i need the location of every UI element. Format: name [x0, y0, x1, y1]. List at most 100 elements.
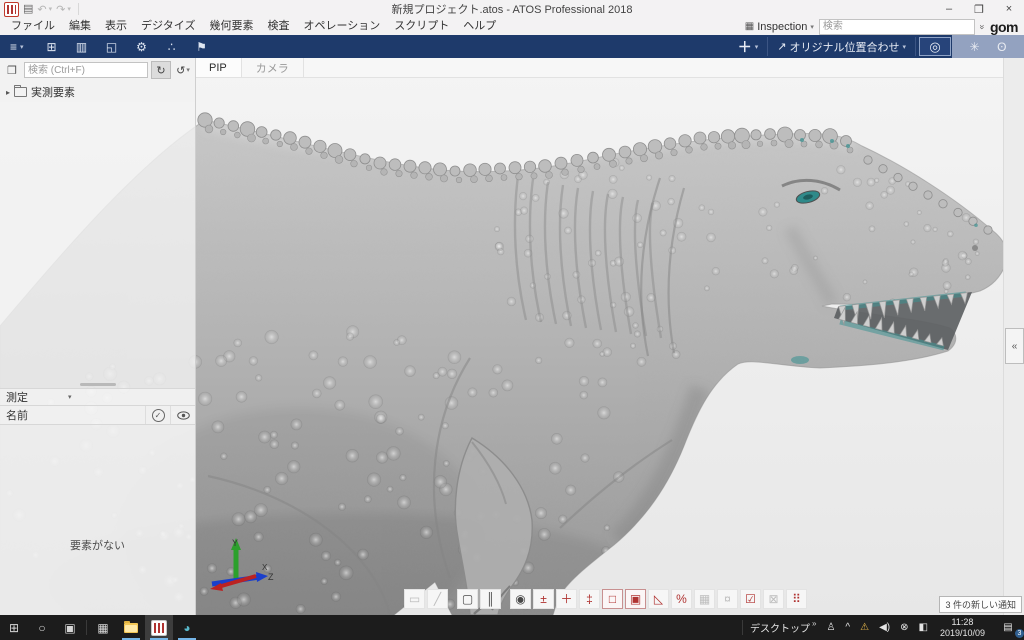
toolbar-icons: ⊞▥◱⚙∴⚑	[37, 35, 217, 58]
time-text: 11:28	[952, 617, 974, 628]
action-center-button[interactable]: ▤ 3	[992, 615, 1024, 640]
menu-item-5[interactable]: 検査	[260, 18, 296, 35]
close-button[interactable]: ×	[994, 0, 1024, 18]
save-icon[interactable]: ▤	[23, 3, 33, 16]
panel-splitter-handle[interactable]	[80, 383, 116, 386]
two-circles-icon[interactable]: %	[671, 589, 692, 609]
paint3d-icon: ◕	[183, 621, 190, 635]
rectangle-l-icon[interactable]: ▣	[625, 589, 646, 609]
folder-icon	[14, 87, 27, 97]
undo-caret-icon[interactable]: ▾	[49, 5, 53, 13]
start-button[interactable]: ⊞	[0, 615, 28, 640]
eye-icon	[177, 411, 190, 420]
divider	[915, 37, 916, 56]
sensor-button[interactable]: ◎	[919, 37, 951, 56]
new-element-icon[interactable]: ⊞	[37, 35, 67, 58]
check-circle-icon: ✓	[152, 409, 165, 422]
menu-item-2[interactable]: 表示	[98, 18, 134, 35]
construct-cross-icon[interactable]: ＋	[556, 589, 577, 609]
select-area-icon[interactable]: ▢	[457, 589, 478, 609]
restore-button[interactable]: ❐	[964, 0, 994, 18]
add-element-button[interactable]: ＋ ▾	[731, 35, 766, 58]
add-point-icon[interactable]: ±	[533, 589, 554, 609]
tag-label-icon[interactable]: ▭	[404, 589, 425, 609]
caliper-icon[interactable]: ║	[480, 589, 501, 609]
sun-icon[interactable]: ✳	[970, 40, 980, 54]
axis-y-label: Y	[232, 538, 238, 548]
lamp-icon[interactable]: ʘ	[997, 40, 1006, 54]
viewport-toolbar: ▭╱ ▢║ ◉±＋‡□▣◺%▦¤☑⊠⠿	[404, 589, 809, 609]
crop-icon[interactable]: ◱	[97, 35, 127, 58]
menu-item-4[interactable]: 幾何要素	[202, 18, 260, 35]
menu-item-7[interactable]: スクリプト	[387, 18, 456, 35]
measure-section-header[interactable]: 測定 ▾	[0, 388, 195, 405]
menu-item-1[interactable]: 編集	[62, 18, 98, 35]
undo-icon[interactable]: ↶	[37, 3, 46, 16]
task-view-button[interactable]: ▣	[56, 615, 84, 640]
notification-popup[interactable]: 3 件の新しい通知	[939, 596, 1022, 613]
name-column-header[interactable]: 名前	[0, 407, 145, 423]
menu-item-8[interactable]: ヘルプ	[456, 18, 503, 35]
fit-element-icon[interactable]: ‡	[579, 589, 600, 609]
delete-box-icon[interactable]: ⊠	[763, 589, 784, 609]
rectangle-select-icon[interactable]: □	[602, 589, 623, 609]
network-warning-icon[interactable]: ⚠	[855, 615, 874, 640]
tree-item-actual-elements[interactable]: ▸ 実測要素	[0, 82, 195, 102]
people-icon[interactable]: ♙	[821, 615, 840, 640]
alignment-dropdown[interactable]: ↗ オリジナル位置合わせ ▾	[770, 35, 913, 58]
refresh-button[interactable]: ↻	[151, 61, 171, 79]
desktop-toolbar[interactable]: デスクトップ »	[745, 615, 821, 640]
explorer-app-button[interactable]	[117, 615, 145, 640]
volume-icon[interactable]: ◀)	[874, 615, 895, 640]
search-expand-icon[interactable]: »	[977, 24, 987, 29]
redo-icon[interactable]: ↷	[56, 3, 65, 16]
tray-circle-icon[interactable]: ⊗	[895, 615, 913, 640]
recalculate-button[interactable]: ↺ ▾	[174, 62, 192, 78]
divider	[742, 620, 743, 635]
copy-elements-icon[interactable]: ❐	[3, 62, 21, 78]
deviation-label-icon[interactable]: ╱	[427, 589, 448, 609]
clock[interactable]: 11:28 2019/10/09	[933, 615, 992, 640]
menu-item-6[interactable]: オペレーション	[296, 18, 387, 35]
fit-view-icon[interactable]: ¤	[717, 589, 738, 609]
calculator-app-button[interactable]: ▦	[89, 615, 117, 640]
ime-indicator-icon[interactable]: ◧	[914, 615, 933, 640]
chevron-icon: »	[812, 619, 816, 628]
menubar: ファイル編集表示デジタイズ幾何要素検査オペレーションスクリプトヘルプ ▦ Ins…	[0, 18, 1024, 35]
expand-arrow-icon[interactable]: ▸	[6, 88, 10, 97]
check-edit-icon[interactable]: ☑	[740, 589, 761, 609]
hamburger-menu-button[interactable]: ≡ ▾	[6, 40, 32, 54]
flag-icon[interactable]: ⚑	[187, 35, 217, 58]
angle-triangle-icon[interactable]: ◺	[648, 589, 669, 609]
taskbar: ⊞ ○ ▣ ▦ ◕ デスクトップ » ♙ ^ ⚠ ◀) ⊗ ◧ 11:28	[0, 615, 1024, 640]
measuring-series-icon[interactable]: ▥	[67, 35, 97, 58]
paint3d-app-button[interactable]: ◕	[173, 615, 201, 640]
explorer-search-input[interactable]	[24, 62, 148, 78]
cortana-button[interactable]: ○	[28, 615, 56, 640]
minimize-button[interactable]: –	[934, 0, 964, 18]
viewport-tabs: PIPカメラ	[195, 58, 1004, 78]
redo-caret-icon[interactable]: ▾	[67, 5, 71, 13]
export-squares-icon[interactable]: ⠿	[786, 589, 807, 609]
check-column-header[interactable]: ✓	[145, 406, 170, 424]
grid-icon[interactable]: ▦	[694, 589, 715, 609]
application-window: 新規プロジェクト.atos - ATOS Professional 2018 ▤…	[0, 0, 1024, 640]
workflow-selector[interactable]: ▦ Inspection ▾	[745, 21, 814, 33]
point-cloud-icon[interactable]: ∴	[157, 35, 187, 58]
tree-empty-space	[0, 102, 195, 381]
show-hidden-icons[interactable]: ^	[840, 615, 855, 640]
hamburger-icon: ≡	[10, 40, 17, 54]
atos-app-button[interactable]	[145, 615, 173, 640]
settings-gear-icon[interactable]: ⚙	[127, 35, 157, 58]
viewport-tab-pip[interactable]: PIP	[195, 58, 242, 77]
viewport-area: PIPカメラ Y X Z ❐ ↻ ↺ ▾	[0, 58, 1024, 615]
empty-text: 要素がない	[70, 537, 125, 553]
viewport-tab-カメラ[interactable]: カメラ	[242, 58, 304, 77]
tree-item-label: 実測要素	[31, 84, 75, 100]
expand-panel-button[interactable]: «	[1005, 328, 1024, 364]
menu-item-0[interactable]: ファイル	[4, 18, 62, 35]
sensor-preview-icon[interactable]: ◉	[510, 589, 531, 609]
visibility-column-header[interactable]	[170, 406, 195, 424]
menu-item-3[interactable]: デジタイズ	[134, 18, 202, 35]
global-search-input[interactable]	[819, 19, 975, 35]
